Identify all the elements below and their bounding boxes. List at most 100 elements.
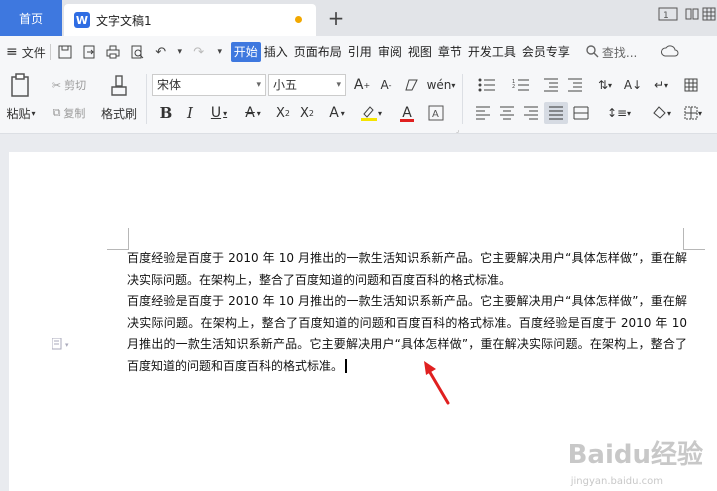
ribbon-tabs: 开始 插入 页面布局 引用 审阅 视图 章节 开发工具 会员专享 bbox=[230, 42, 573, 62]
svg-text:▾: ▾ bbox=[65, 341, 69, 349]
text-caret bbox=[345, 359, 347, 373]
subscript-icon[interactable]: X2 bbox=[296, 102, 318, 124]
divider bbox=[462, 74, 463, 124]
tab-sections[interactable]: 章节 bbox=[435, 42, 465, 62]
numbered-list-icon[interactable]: 12 bbox=[506, 74, 536, 96]
annotation-arrow-icon bbox=[424, 361, 450, 405]
decrease-font-size-icon[interactable]: A- bbox=[376, 74, 396, 96]
document-tab-title: 文字文稿1 bbox=[96, 13, 152, 28]
baidu-watermark: Baidu经验 bbox=[567, 440, 703, 470]
baidu-watermark-url: jingyan.baidu.com bbox=[570, 476, 663, 487]
redo-icon[interactable]: ↷ bbox=[189, 42, 209, 62]
font-size-select[interactable]: 小五 ▾ bbox=[268, 74, 346, 96]
bullet-list-icon[interactable] bbox=[472, 74, 502, 96]
file-menu-button[interactable]: ≡ 文件 bbox=[6, 44, 46, 61]
file-menu-label: 文件 bbox=[21, 45, 46, 60]
tab-view[interactable]: 视图 bbox=[405, 42, 435, 62]
search-icon bbox=[585, 44, 599, 61]
clear-format-icon[interactable] bbox=[402, 74, 422, 96]
tab-insert[interactable]: 插入 bbox=[261, 42, 291, 62]
copy-button[interactable]: ⧉ 复制 bbox=[44, 104, 94, 122]
strikethrough-icon[interactable]: A ▾ bbox=[238, 102, 268, 124]
undo-dropdown-icon[interactable]: ▾ bbox=[175, 42, 185, 62]
format-painter-icon[interactable] bbox=[104, 74, 134, 98]
font-size-value: 小五 bbox=[273, 78, 298, 92]
tab-review[interactable]: 审阅 bbox=[375, 42, 405, 62]
menu-bar: ≡ 文件 ↶ ▾ ↷ ▾ 开始 插入 页面布局 引用 审阅 视图 章节 开发工具… bbox=[0, 36, 717, 68]
tab-references[interactable]: 引用 bbox=[345, 42, 375, 62]
svg-text:A: A bbox=[432, 109, 439, 120]
sort-text-icon[interactable]: A↓ bbox=[622, 74, 644, 96]
copy-icon: ⧉ bbox=[52, 106, 61, 119]
font-color-icon[interactable]: A bbox=[392, 102, 422, 124]
hamburger-icon: ≡ bbox=[6, 44, 18, 60]
export-icon[interactable] bbox=[79, 42, 99, 62]
paste-label: 粘贴 bbox=[6, 106, 31, 121]
unsaved-indicator-icon bbox=[295, 16, 302, 23]
paragraph-layout-icon[interactable]: ▾ bbox=[51, 337, 74, 353]
sort-icon[interactable]: ⇅ ▾ bbox=[590, 74, 620, 96]
tab-home[interactable]: 首页 bbox=[0, 0, 62, 36]
wps-writer-logo-icon: W bbox=[74, 12, 90, 28]
tab-page-layout[interactable]: 页面布局 bbox=[291, 42, 345, 62]
new-tab-button[interactable]: + bbox=[324, 6, 348, 30]
line-spacing-icon[interactable]: ↕≡ ▾ bbox=[604, 102, 634, 124]
cut-button[interactable]: ✂ 剪切 bbox=[44, 76, 94, 94]
increase-font-size-icon[interactable]: A + bbox=[352, 74, 372, 96]
align-center-icon[interactable] bbox=[496, 102, 518, 124]
phonetic-guide-icon[interactable]: wén ▾ bbox=[426, 74, 456, 96]
ribbon: 粘贴 ▾ ✂ 剪切 ⧉ 复制 格式刷 宋体 ▾ 小五 ▾ A + A- wén ▾ B I… bbox=[0, 68, 717, 134]
grid-view-icon[interactable] bbox=[702, 6, 716, 26]
document-canvas: 百度经验是百度于 2010 年 10 月推出的一款生活知识系新产品。它主要解决用… bbox=[0, 135, 717, 491]
quick-access-dropdown-icon[interactable]: ▾ bbox=[213, 42, 227, 62]
print-preview-icon[interactable] bbox=[127, 42, 147, 62]
chevron-down-icon: ▾ bbox=[256, 80, 261, 90]
justify-icon[interactable] bbox=[544, 102, 568, 124]
undo-icon[interactable]: ↶ bbox=[151, 42, 171, 62]
table-grid-icon[interactable] bbox=[680, 74, 702, 96]
chevron-down-icon: ▾ bbox=[336, 80, 341, 90]
underline-icon[interactable]: U ▾ bbox=[204, 102, 234, 124]
scissors-icon: ✂ bbox=[51, 78, 62, 92]
font-dialog-launcher-icon[interactable]: ⌟ bbox=[456, 126, 459, 134]
paste-icon[interactable] bbox=[4, 72, 36, 98]
cloud-sync-icon[interactable] bbox=[661, 44, 679, 61]
document-body[interactable]: 百度经验是百度于 2010 年 10 月推出的一款生活知识系新产品。它主要解决用… bbox=[127, 248, 687, 377]
save-icon[interactable] bbox=[55, 42, 75, 62]
tab-document[interactable]: W 文字文稿1 bbox=[64, 4, 316, 36]
character-border-icon[interactable]: A bbox=[426, 102, 446, 124]
decrease-indent-icon[interactable] bbox=[540, 74, 562, 96]
format-painter-button[interactable]: 格式刷 bbox=[98, 104, 140, 122]
restore-window-icon[interactable] bbox=[684, 6, 700, 26]
font-name-value: 宋体 bbox=[157, 78, 182, 92]
highlight-icon[interactable]: ▾ bbox=[356, 102, 386, 124]
paragraph[interactable]: 百度经验是百度于 2010 年 10 月推出的一款生活知识系新产品。它主要解决用… bbox=[127, 248, 687, 291]
borders-icon[interactable]: ▾ bbox=[678, 102, 708, 124]
window-layout-icon[interactable]: 1 bbox=[658, 6, 678, 26]
tab-member[interactable]: 会员专享 bbox=[519, 42, 573, 62]
shading-icon[interactable]: ▾ bbox=[646, 102, 676, 124]
tab-bar: 首页 W 文字文稿1 + 1 bbox=[0, 0, 717, 36]
italic-icon[interactable]: I bbox=[180, 102, 200, 124]
font-name-select[interactable]: 宋体 ▾ bbox=[152, 74, 266, 96]
print-icon[interactable] bbox=[103, 42, 123, 62]
paragraph-text: 百度经验是百度于 2010 年 10 月推出的一款生活知识系新产品。它主要解决用… bbox=[127, 294, 687, 373]
paste-button[interactable]: 粘贴 ▾ bbox=[2, 104, 40, 122]
text-effects-icon[interactable]: A ▾ bbox=[322, 102, 352, 124]
paragraph[interactable]: 百度经验是百度于 2010 年 10 月推出的一款生活知识系新产品。它主要解决用… bbox=[127, 291, 687, 377]
align-right-icon[interactable] bbox=[520, 102, 542, 124]
search-box[interactable]: 查找... bbox=[585, 44, 637, 61]
bold-icon[interactable]: B bbox=[156, 102, 176, 124]
margin-corner-top-left bbox=[107, 228, 129, 250]
tab-developer[interactable]: 开发工具 bbox=[465, 42, 519, 62]
superscript-icon[interactable]: X2 bbox=[272, 102, 294, 124]
divider bbox=[146, 74, 147, 124]
distributed-align-icon[interactable] bbox=[570, 102, 592, 124]
search-label: 查找... bbox=[601, 45, 638, 60]
line-break-icon[interactable]: ↵ ▾ bbox=[646, 74, 676, 96]
align-left-icon[interactable] bbox=[472, 102, 494, 124]
tab-home-ribbon[interactable]: 开始 bbox=[230, 42, 261, 62]
cut-label: 剪切 bbox=[64, 79, 87, 92]
increase-indent-icon[interactable] bbox=[564, 74, 586, 96]
divider bbox=[49, 44, 51, 60]
